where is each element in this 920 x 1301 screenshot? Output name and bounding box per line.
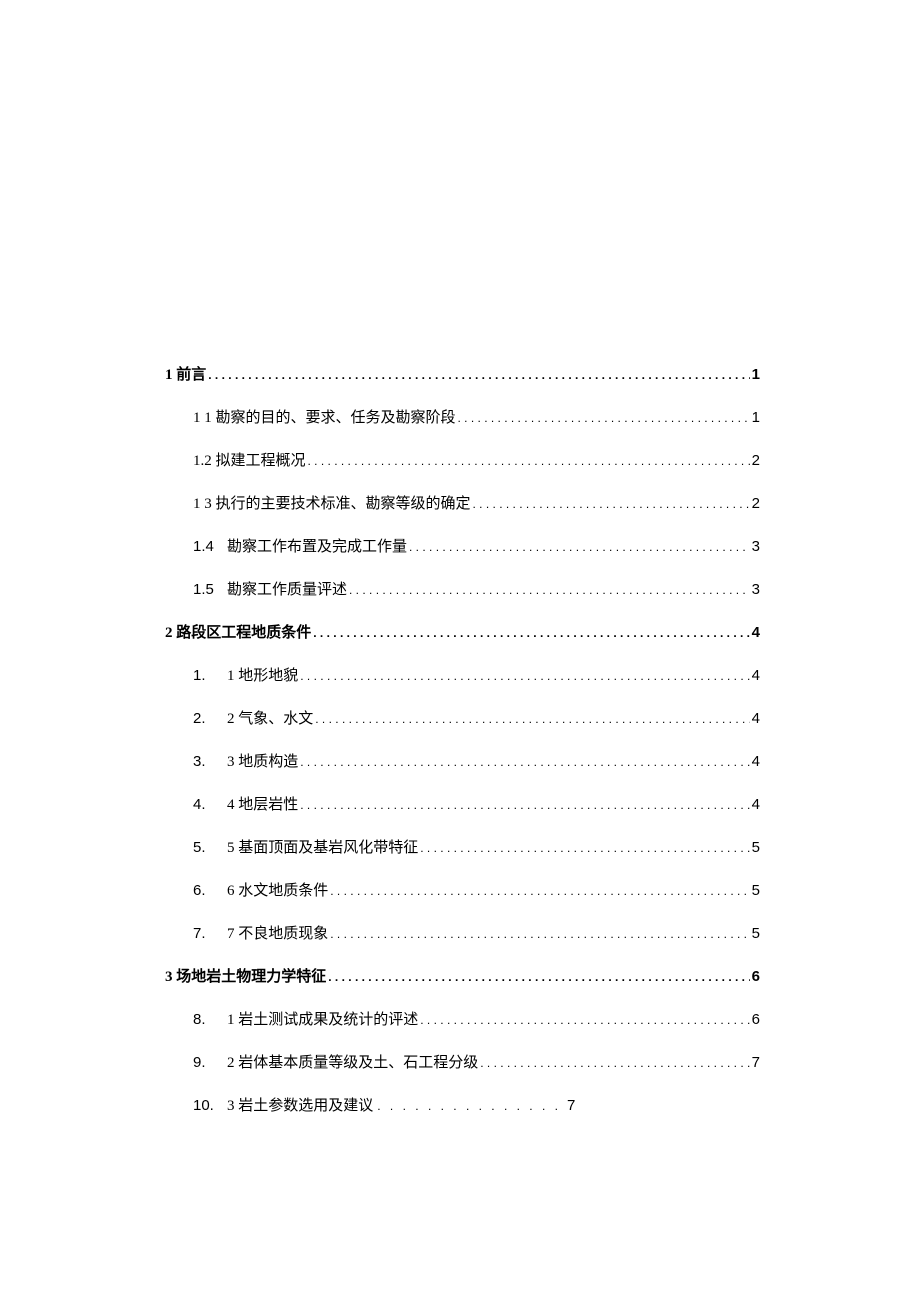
- toc-page: 2: [750, 493, 760, 514]
- toc-num: 10.: [193, 1095, 215, 1116]
- toc-page: 6: [750, 1009, 760, 1030]
- toc-label: 1 岩土测试成果及统计的评述: [227, 1010, 418, 1031]
- toc-page: 3: [750, 536, 760, 557]
- toc-leader-dots: [328, 880, 749, 901]
- toc-section-2-2: 2. 2 气象、水文 4: [193, 708, 760, 730]
- toc-section-2-6: 6. 6 水文地质条件 5: [193, 880, 760, 902]
- toc-page: 7: [565, 1095, 575, 1116]
- toc-leader-dots: [298, 794, 749, 815]
- toc-label: 1 前言: [165, 365, 206, 386]
- toc-label: 3 地质构造: [227, 752, 298, 773]
- toc-section-2-5: 5. 5 基面顶面及基岩风化带特征 5: [193, 837, 760, 859]
- toc-section-1-3: 1 3 执行的主要技术标准、勘察等级的确定 2: [193, 493, 760, 515]
- toc-page: 1: [750, 364, 760, 385]
- toc-label: 5 基面顶面及基岩风化带特征: [227, 838, 418, 859]
- toc-label: 1 1 勘察的目的、要求、任务及勘察阶段: [193, 408, 456, 429]
- toc-page: 4: [750, 622, 760, 643]
- toc-page: 2: [750, 450, 760, 471]
- toc-page: 4: [750, 794, 760, 815]
- toc-num: 7.: [193, 923, 215, 944]
- toc-section-2: 2 路段区工程地质条件 4: [165, 622, 760, 644]
- toc-num: 1.4: [193, 536, 215, 557]
- toc-label: 6 水文地质条件: [227, 881, 328, 902]
- toc-leader-dots: [298, 751, 749, 772]
- toc-num: 2.: [193, 708, 215, 729]
- toc-label: 4 地层岩性: [227, 795, 298, 816]
- toc-label: 1.2 拟建工程概况: [193, 451, 306, 472]
- toc-section-1-2: 1.2 拟建工程概况 2: [193, 450, 760, 472]
- toc-label: 2 气象、水文: [227, 709, 313, 730]
- toc-page: 5: [750, 880, 760, 901]
- toc-num: 8.: [193, 1009, 215, 1030]
- toc-label: 2 岩体基本质量等级及土、石工程分级: [227, 1053, 478, 1074]
- toc-page: 3: [750, 579, 760, 600]
- toc-leader-dots: [347, 579, 750, 600]
- toc-label: 1 地形地貌: [227, 666, 298, 687]
- toc-page: 5: [750, 923, 760, 944]
- toc-label: 1 3 执行的主要技术标准、勘察等级的确定: [193, 494, 471, 515]
- toc-label: 勘察工作布置及完成工作量: [227, 537, 407, 558]
- toc-section-2-7: 7. 7 不良地质现象 5: [193, 923, 760, 945]
- toc-section-1: 1 前言 1: [165, 364, 760, 386]
- toc-label: 勘察工作质量评述: [227, 580, 347, 601]
- toc-section-1-5: 1.5 勘察工作质量评述 3: [193, 579, 760, 601]
- toc-leader-dots: [478, 1052, 749, 1073]
- toc-section-3: 3 场地岩土物理力学特征 6: [165, 966, 760, 988]
- toc-page: 4: [750, 665, 760, 686]
- toc-page: 4: [750, 708, 760, 729]
- toc-section-2-4: 4. 4 地层岩性 4: [193, 794, 760, 816]
- toc-section-3-2: 9. 2 岩体基本质量等级及土、石工程分级 7: [193, 1052, 760, 1074]
- toc-page: 7: [750, 1052, 760, 1073]
- toc-leader-dots: [311, 622, 749, 643]
- toc-leader-dots: [326, 966, 749, 987]
- toc-num: 4.: [193, 794, 215, 815]
- toc-label: 2 路段区工程地质条件: [165, 623, 311, 644]
- toc-leader-dots: [298, 665, 749, 686]
- toc-label: 7 不良地质现象: [227, 924, 328, 945]
- toc-section-2-3: 3. 3 地质构造 4: [193, 751, 760, 773]
- toc-leader-dots: . . . . . . . . . . . . . . .: [373, 1098, 565, 1115]
- toc-leader-dots: [418, 837, 749, 858]
- toc-leader-dots: [328, 923, 749, 944]
- toc-page: 5: [750, 837, 760, 858]
- toc-num: 1.: [193, 665, 215, 686]
- toc-section-3-3: 10. 3 岩土参数选用及建议 . . . . . . . . . . . . …: [193, 1095, 760, 1117]
- toc-section-2-1: 1. 1 地形地貌 4: [193, 665, 760, 687]
- toc-section-1-1: 1 1 勘察的目的、要求、任务及勘察阶段 1: [193, 407, 760, 429]
- toc-leader-dots: [471, 493, 750, 514]
- toc-num: 3.: [193, 751, 215, 772]
- toc-num: 9.: [193, 1052, 215, 1073]
- toc-leader-dots: [407, 536, 750, 557]
- toc-section-1-4: 1.4 勘察工作布置及完成工作量 3: [193, 536, 760, 558]
- toc-leader-dots: [456, 407, 750, 428]
- toc-num: 6.: [193, 880, 215, 901]
- toc-leader-dots: [418, 1009, 749, 1030]
- toc-label: 3 场地岩土物理力学特征: [165, 967, 326, 988]
- toc-page: 4: [750, 751, 760, 772]
- toc-leader-dots: [306, 450, 750, 471]
- toc-page: 1: [750, 407, 760, 428]
- toc-num: 1.5: [193, 579, 215, 600]
- toc-section-3-1: 8. 1 岩土测试成果及统计的评述 6: [193, 1009, 760, 1031]
- toc-label: 3 岩土参数选用及建议: [227, 1096, 373, 1117]
- toc-page: 6: [750, 966, 760, 987]
- toc-leader-dots: [206, 364, 749, 385]
- toc-container: 1 前言 1 1 1 勘察的目的、要求、任务及勘察阶段 1 1.2 拟建工程概况…: [165, 364, 760, 1138]
- toc-num: 5.: [193, 837, 215, 858]
- toc-leader-dots: [313, 708, 749, 729]
